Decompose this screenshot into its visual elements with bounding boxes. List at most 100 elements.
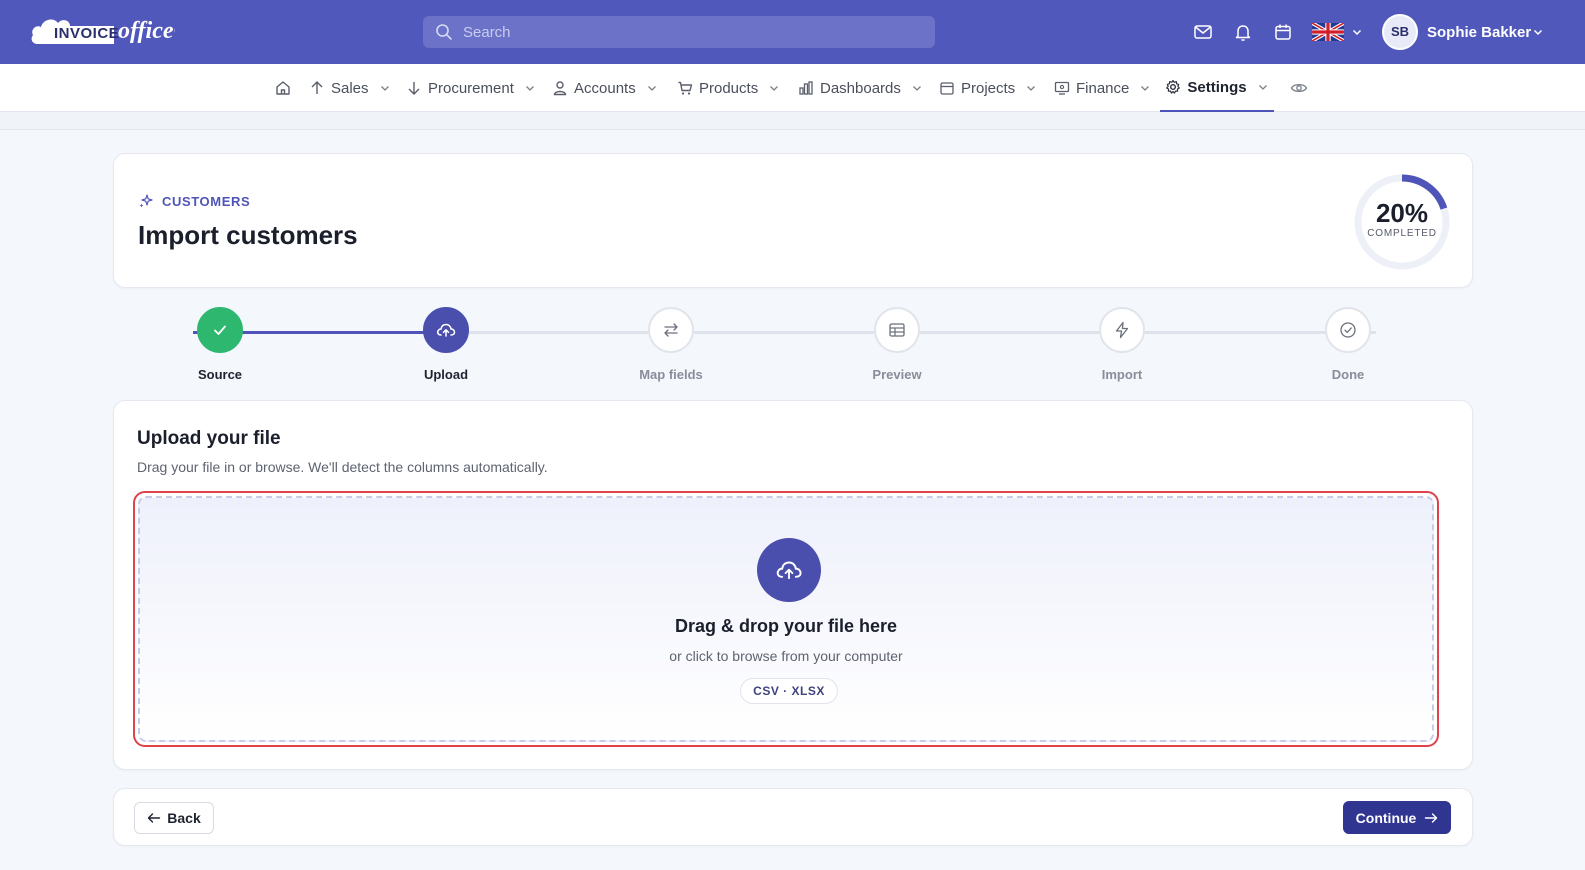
step-map-fields[interactable]: Map fields [611, 307, 731, 382]
step-label: Preview [872, 367, 922, 382]
nav-preview-toggle[interactable] [1290, 64, 1308, 112]
nav-home[interactable] [274, 64, 292, 112]
app-logo[interactable]: INVOICE office [30, 14, 176, 50]
dropzone-title: Drag & drop your file here [674, 616, 898, 636]
dropzone-subtitle: or click to browse from your computer [669, 648, 903, 664]
progress-value: 20% [1375, 198, 1429, 228]
nav-label: Settings [1187, 78, 1247, 96]
step-label: Upload [423, 367, 469, 382]
step-label: Done [1331, 367, 1365, 382]
wizard-footer: Back Continue [113, 788, 1473, 846]
eye-icon [1290, 83, 1308, 93]
logo-text-invoice: INVOICE [54, 25, 120, 42]
cloud-upload-icon [776, 561, 802, 580]
chevron-down-icon [1027, 86, 1036, 91]
logo-text-office: office [118, 18, 174, 44]
chevron-down-icon [647, 86, 656, 91]
search-icon [436, 24, 452, 40]
upload-subtitle: Drag your file in or browse. We'll detec… [137, 459, 548, 475]
nav-label: Accounts [574, 79, 636, 97]
chevron-down-icon[interactable] [1532, 26, 1544, 38]
cart-icon [678, 81, 693, 95]
breadcrumb-label: CUSTOMERS [162, 193, 251, 209]
cloud-upload-icon [436, 323, 456, 337]
nav-label: Sales [331, 79, 369, 97]
continue-button[interactable]: Continue [1343, 801, 1451, 834]
bell-icon[interactable] [1233, 22, 1253, 42]
chevron-down-icon [380, 86, 389, 91]
step-circle [648, 307, 694, 353]
step-circle [197, 307, 243, 353]
nav-projects[interactable]: Projects [939, 64, 1037, 112]
chevron-down-icon [525, 86, 534, 91]
continue-button-label: Continue [1355, 809, 1417, 826]
search-input[interactable]: Search [423, 16, 935, 48]
arrow-up-icon [311, 81, 323, 94]
progress-label: COMPLETED [1367, 228, 1437, 239]
sub-nav-band [0, 112, 1585, 130]
sparkles-icon [139, 194, 153, 208]
step-upload[interactable]: Upload [386, 307, 506, 382]
nav-dashboards[interactable]: Dashboards [798, 64, 923, 112]
upload-title: Upload your file [137, 428, 281, 449]
nav-sales[interactable]: Sales [309, 64, 391, 112]
nav-label: Finance [1076, 79, 1130, 97]
nav-accounts[interactable]: Accounts [552, 64, 658, 112]
chevron-down-icon [912, 86, 921, 91]
search-placeholder: Search [463, 24, 511, 41]
arrow-down-icon [408, 82, 420, 95]
accepted-formats-badge: CSV · XLSX [740, 678, 838, 704]
bar-chart-icon [799, 81, 813, 95]
nav-label: Projects [961, 79, 1016, 97]
nav-settings[interactable]: Settings [1160, 64, 1274, 112]
chevron-down-icon [1258, 85, 1267, 90]
top-bar: INVOICE office Search SB Sophie Bakker [0, 0, 1585, 64]
arrow-left-icon [148, 813, 161, 823]
step-circle [423, 307, 469, 353]
back-button-label: Back [167, 810, 201, 826]
page-header-card: CUSTOMERS Import customers 20% COMPLETED [113, 153, 1473, 288]
mail-icon[interactable] [1193, 22, 1213, 42]
table-icon [889, 323, 905, 337]
nav-procurement[interactable]: Procurement [406, 64, 536, 112]
breadcrumb: CUSTOMERS [138, 193, 250, 209]
swap-icon [664, 323, 678, 337]
file-dropzone[interactable]: Drag & drop your file here or click to b… [133, 491, 1439, 747]
step-label: Source [197, 367, 243, 382]
nav-products[interactable]: Products [677, 64, 780, 112]
lightning-icon [1115, 321, 1129, 339]
step-circle [1099, 307, 1145, 353]
nav-label: Products [699, 79, 759, 97]
user-icon [553, 81, 567, 96]
user-name[interactable]: Sophie Bakker [1427, 24, 1531, 41]
main-nav: Sales Procurement Accounts Products Dash [0, 64, 1585, 112]
step-done[interactable]: Done [1288, 307, 1408, 382]
import-stepper: Source Upload Map fields Preview Import … [113, 300, 1473, 390]
step-circle [1325, 307, 1371, 353]
chevron-down-icon [770, 86, 779, 91]
step-circle [874, 307, 920, 353]
chevron-down-icon [1141, 86, 1150, 91]
monitor-icon [1054, 81, 1070, 95]
chevron-down-icon[interactable] [1351, 26, 1363, 38]
page-title: Import customers [138, 220, 358, 250]
dropzone-area[interactable]: Drag & drop your file here or click to b… [138, 496, 1434, 742]
step-preview[interactable]: Preview [837, 307, 957, 382]
nav-finance[interactable]: Finance [1054, 64, 1151, 112]
step-import[interactable]: Import [1062, 307, 1182, 382]
calendar-icon[interactable] [1273, 22, 1293, 42]
calendar-icon [940, 82, 954, 95]
home-icon [276, 81, 290, 95]
arrow-right-icon [1425, 812, 1438, 823]
step-label: Map fields [639, 367, 703, 382]
step-label: Import [1101, 367, 1143, 382]
avatar[interactable]: SB [1382, 14, 1418, 50]
step-source[interactable]: Source [160, 307, 280, 382]
upload-button[interactable] [757, 538, 821, 602]
upload-card: Upload your file Drag your file in or br… [113, 400, 1473, 770]
gear-icon [1166, 79, 1181, 94]
uk-flag-icon[interactable] [1312, 23, 1344, 41]
check-icon [214, 325, 226, 335]
nav-label: Procurement [428, 79, 514, 97]
back-button[interactable]: Back [134, 802, 214, 834]
